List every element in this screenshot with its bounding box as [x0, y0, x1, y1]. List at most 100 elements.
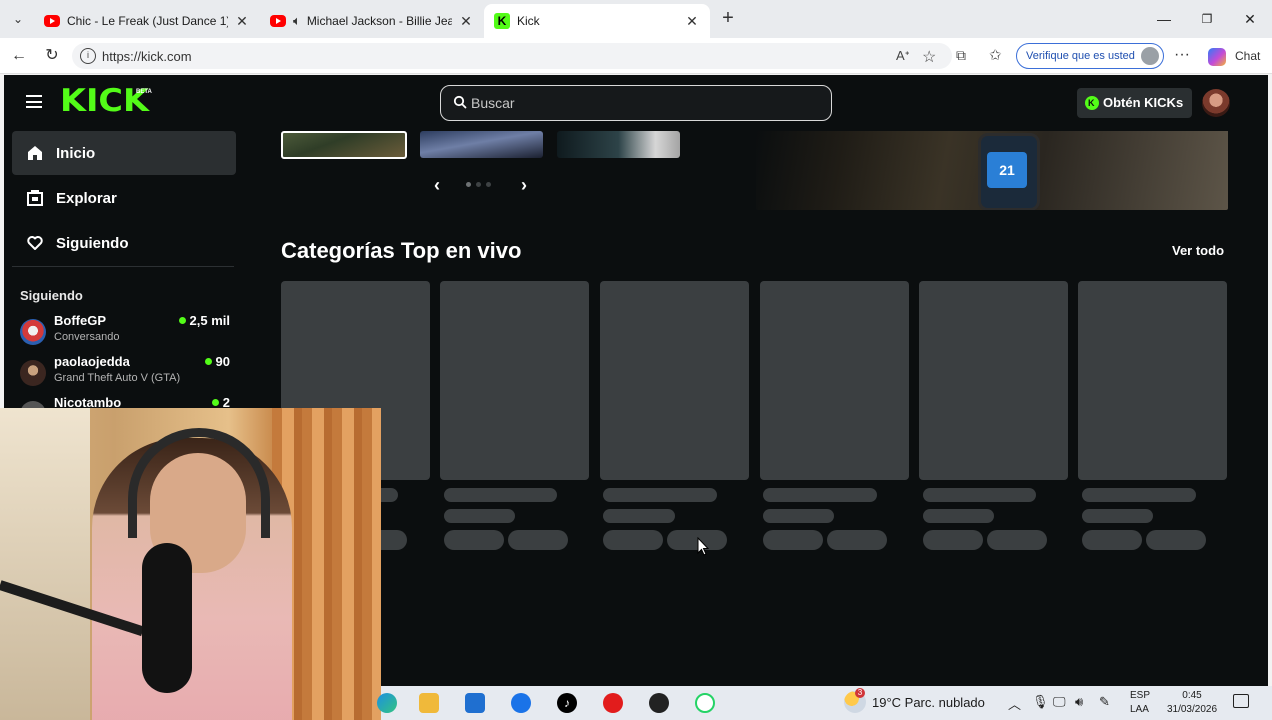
tab-youtube-chic[interactable]: Chic - Le Freak (Just Dance 1) - Yo ✕: [34, 4, 260, 38]
get-kicks-button[interactable]: Obtén KICKs: [1077, 88, 1193, 118]
category-card-placeholder[interactable]: [600, 281, 749, 480]
sidebar-item-label: Inicio: [56, 144, 96, 162]
tray-chevron-up-icon[interactable]: ︿: [1008, 694, 1021, 713]
webcam-overlay: [0, 408, 381, 720]
tab-close-icon[interactable]: ✕: [684, 13, 700, 30]
tab-youtube-billie-jean[interactable]: 🔈︎ Michael Jackson - Billie Jean ( ✕: [260, 4, 484, 38]
carousel-next-icon[interactable]: ›: [515, 175, 533, 195]
store-icon[interactable]: [465, 693, 485, 713]
carousel-thumbnail[interactable]: [557, 131, 680, 158]
carousel-prev-icon[interactable]: ‹: [428, 175, 446, 195]
red-app-icon[interactable]: [603, 693, 623, 713]
verify-label: Verifique que es usted: [1026, 50, 1135, 62]
bike-computer-image: 21: [978, 133, 1040, 210]
address-bar-row: ← ↻ i https://kick.com Aᐩ ☆ ⧉ ✩ Verifiqu…: [0, 38, 1272, 74]
category-card-placeholder[interactable]: [1078, 281, 1227, 480]
avatar: [20, 319, 46, 345]
carousel-dot[interactable]: [476, 182, 481, 187]
sidebar-item-explorar[interactable]: Explorar: [12, 176, 236, 220]
followed-channel-paolaojedda[interactable]: paolaojedda Grand Theft Auto V (GTA) 90: [18, 354, 238, 394]
microphone-tray-icon[interactable]: 🎙︎: [1032, 694, 1049, 710]
category-card-placeholder[interactable]: [440, 281, 589, 480]
tab-title: Michael Jackson - Billie Jean (: [306, 14, 452, 28]
carousel-thumbnail[interactable]: [281, 131, 407, 159]
speaker-icon[interactable]: 🔈︎: [293, 13, 301, 29]
obs-icon[interactable]: [649, 693, 669, 713]
hamburger-menu-icon[interactable]: [26, 95, 42, 108]
avatar: [20, 360, 46, 386]
tab-actions-chevron-icon[interactable]: ⌄: [8, 9, 28, 29]
background-wall: [0, 408, 90, 720]
refresh-icon[interactable]: ↻: [42, 46, 62, 66]
window-close-icon[interactable]: ✕: [1238, 8, 1262, 30]
read-aloud-icon[interactable]: Aᐩ: [896, 48, 910, 64]
carousel-thumbnail[interactable]: [420, 131, 543, 158]
new-tab-plus-icon[interactable]: +: [717, 8, 739, 30]
network-icon[interactable]: 🖵︎: [1053, 694, 1066, 710]
pen-icon[interactable]: ✎: [1099, 694, 1110, 710]
heart-icon: [27, 236, 43, 250]
url-text[interactable]: https://kick.com: [102, 49, 192, 64]
skeleton-line: [603, 509, 675, 523]
skeleton-pill: [923, 530, 983, 550]
whatsapp-icon[interactable]: [695, 693, 715, 713]
weather-text[interactable]: 19°C Parc. nublado: [872, 695, 985, 710]
youtube-icon: [44, 15, 60, 27]
lang-line1: ESP: [1130, 690, 1151, 701]
skeleton-line: [763, 509, 834, 523]
sidebar-item-siguiendo[interactable]: Siguiendo: [12, 221, 236, 265]
weather-badge: 3: [855, 688, 865, 698]
file-explorer-icon[interactable]: [419, 693, 439, 713]
clock[interactable]: 0:45 31/03/2026: [1162, 689, 1222, 717]
volume-icon[interactable]: 🔊︎: [1075, 694, 1083, 710]
tab-title: Chic - Le Freak (Just Dance 1) - Yo: [67, 14, 228, 28]
tab-close-icon[interactable]: ✕: [234, 13, 250, 30]
chat-button[interactable]: Chat: [1235, 49, 1260, 63]
search-input[interactable]: [471, 94, 811, 112]
skeleton-pill: [603, 530, 663, 550]
url-field[interactable]: i https://kick.com Aᐩ ☆: [72, 43, 952, 69]
skeleton-pill: [1082, 530, 1142, 550]
see-all-link[interactable]: Ver todo: [1172, 243, 1224, 258]
carousel-dot[interactable]: [486, 182, 491, 187]
verify-identity-button[interactable]: Verifique que es usted: [1016, 43, 1164, 69]
tab-close-icon[interactable]: ✕: [458, 13, 474, 30]
more-options-icon[interactable]: ···: [1174, 46, 1190, 64]
tab-kick[interactable]: K Kick ✕: [484, 4, 710, 38]
featured-stream-preview[interactable]: 21: [756, 131, 1228, 210]
category-card-placeholder[interactable]: [760, 281, 909, 480]
minimize-icon[interactable]: —: [1152, 8, 1176, 30]
favorite-star-icon[interactable]: ☆: [922, 47, 936, 67]
followed-channel-boffegp[interactable]: BoffeGP Conversando 2,5 mil: [18, 313, 238, 353]
tiktok-icon[interactable]: ♪: [557, 693, 577, 713]
extensions-icon[interactable]: ⧉: [956, 47, 966, 64]
sidebar-item-label: Siguiendo: [56, 234, 129, 252]
youtube-icon: [270, 15, 286, 27]
user-avatar[interactable]: [1202, 89, 1230, 117]
edge-icon[interactable]: [377, 693, 397, 713]
tab-title: Kick: [517, 14, 540, 28]
carousel-dot[interactable]: [466, 182, 471, 187]
sidebar-item-inicio[interactable]: Inicio: [12, 131, 236, 175]
skeleton-line: [603, 488, 717, 502]
channel-category: Grand Theft Auto V (GTA): [54, 372, 181, 384]
profile-avatar-icon: [1141, 47, 1159, 65]
restore-icon[interactable]: ❐: [1195, 8, 1219, 30]
kicks-coin-icon: [1085, 88, 1099, 118]
back-arrow-icon[interactable]: ←: [9, 46, 29, 66]
search-box[interactable]: [440, 85, 832, 121]
notifications-icon[interactable]: [1233, 694, 1249, 708]
site-info-icon[interactable]: i: [80, 48, 96, 64]
skeleton-line: [444, 509, 515, 523]
copilot-icon[interactable]: [1208, 48, 1226, 66]
category-card-placeholder[interactable]: [919, 281, 1068, 480]
language-indicator[interactable]: ESP LAA: [1130, 689, 1150, 717]
skeleton-line: [763, 488, 877, 502]
sidebar-divider: [12, 266, 234, 267]
outlook-icon[interactable]: [511, 693, 531, 713]
carousel-dots: [466, 182, 491, 187]
favorites-list-icon[interactable]: ✩: [989, 46, 1002, 64]
skeleton-pill: [508, 530, 568, 550]
device-screen-value: 21: [987, 152, 1027, 188]
search-icon: [453, 95, 467, 109]
